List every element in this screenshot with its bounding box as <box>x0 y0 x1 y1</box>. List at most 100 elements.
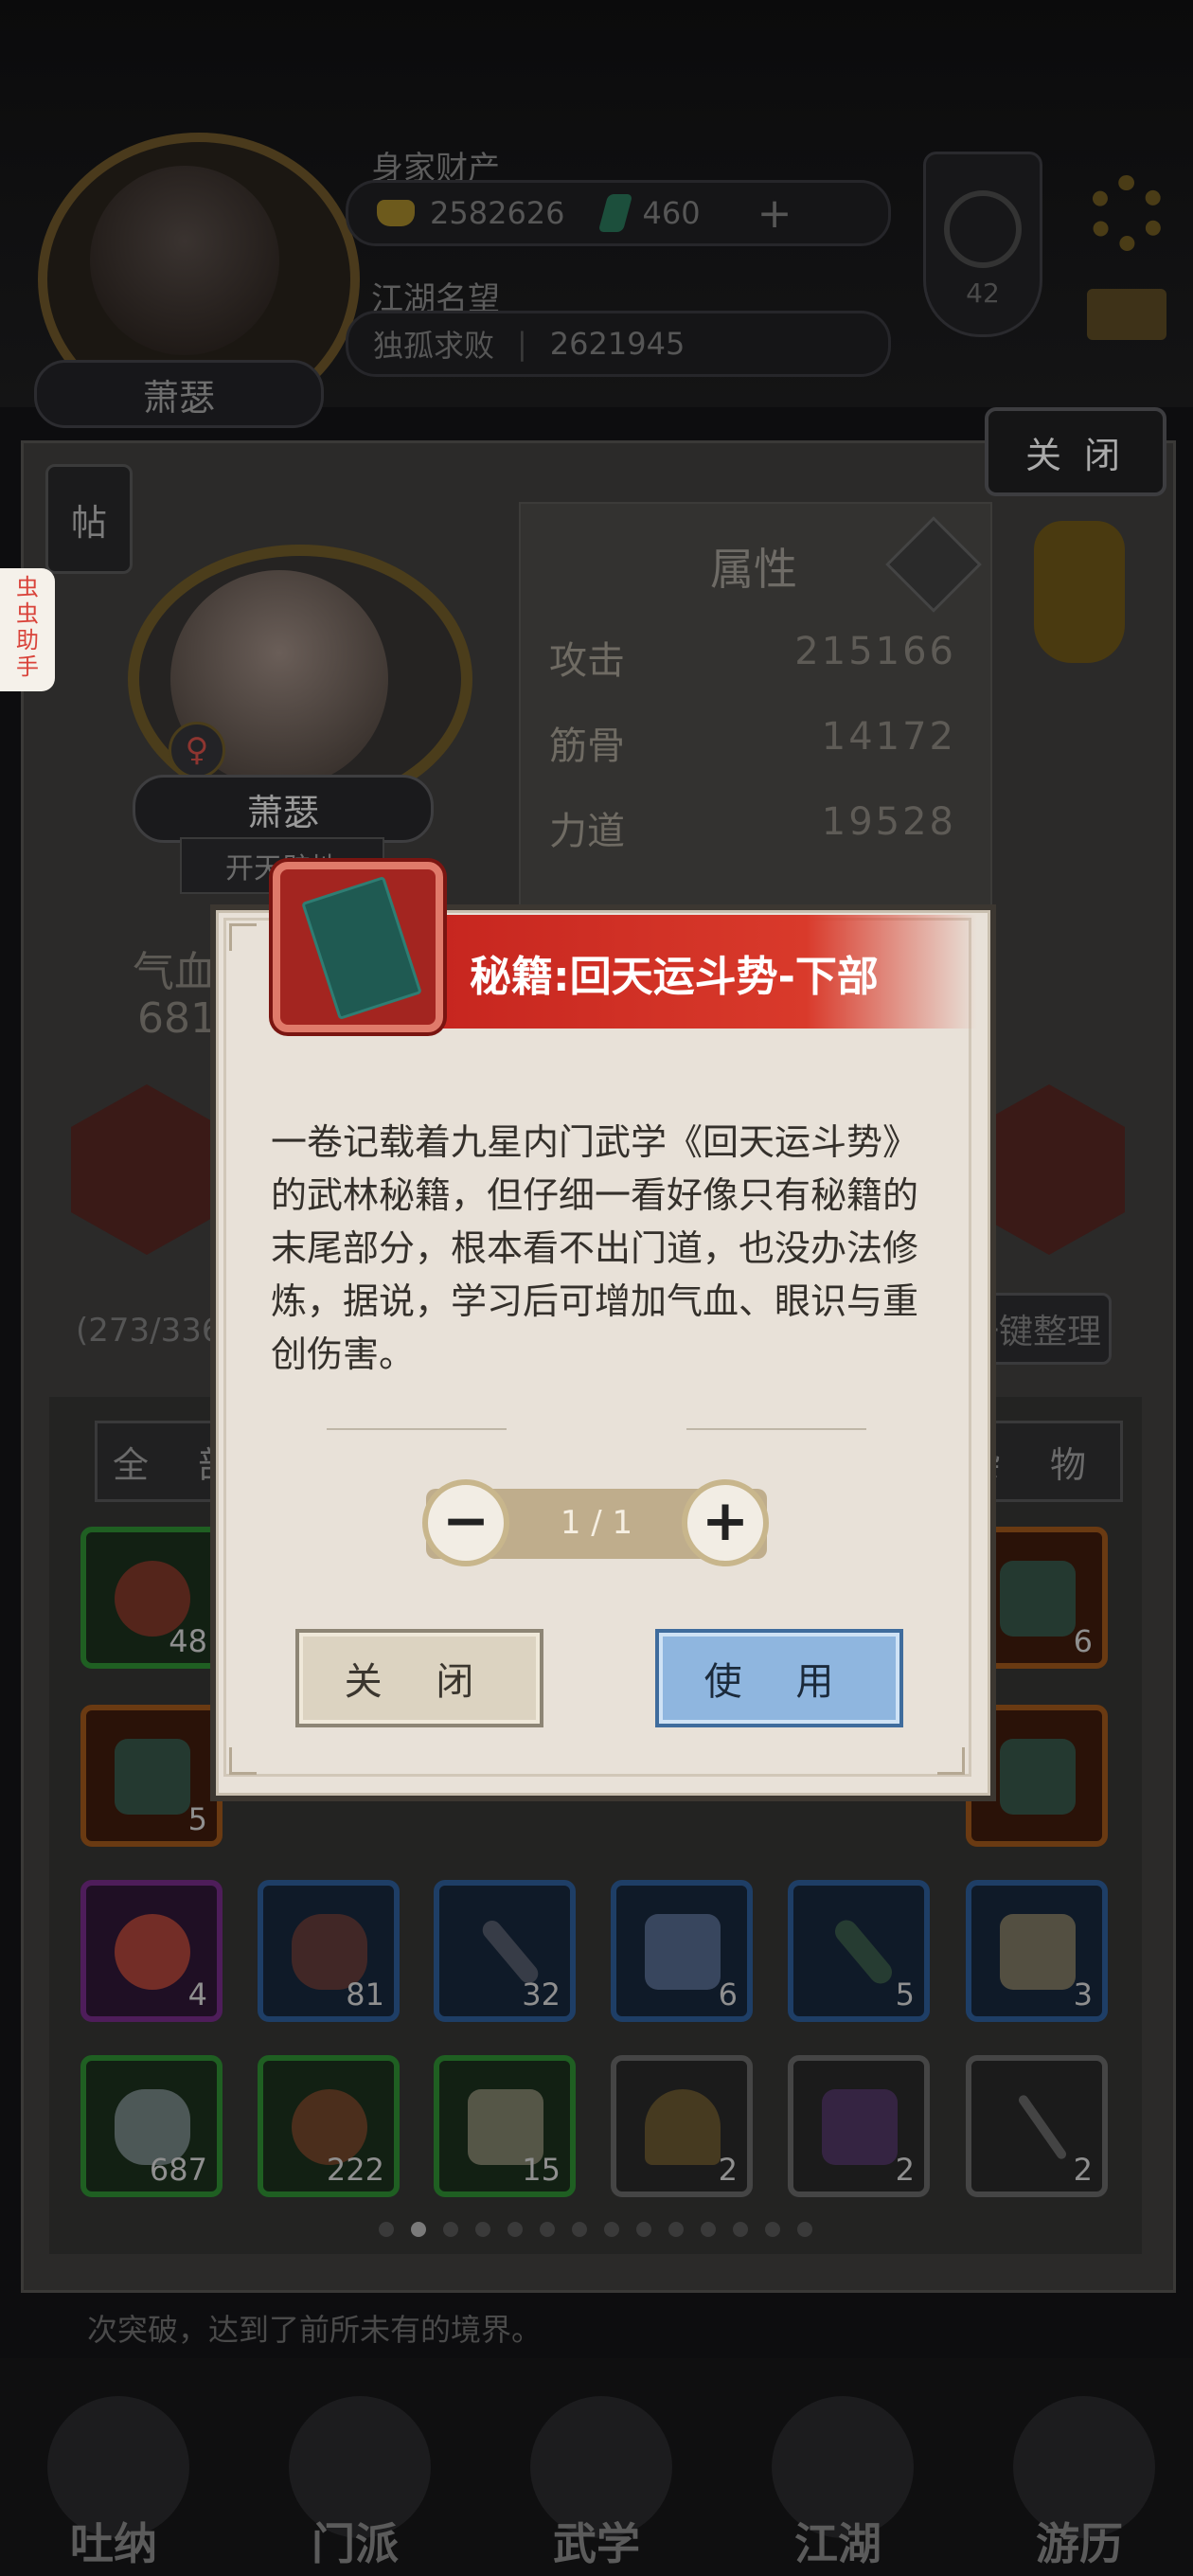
inventory-slot[interactable]: 687 <box>80 2055 223 2197</box>
page-dot[interactable] <box>475 2222 490 2237</box>
attribute-row: 力道 19528 <box>549 800 956 855</box>
attribute-row: 筋骨 14172 <box>549 715 956 770</box>
nav-label: 江湖 <box>794 2518 881 2569</box>
attribute-value: 19528 <box>821 800 956 844</box>
page-dot[interactable] <box>636 2222 651 2237</box>
player-avatar <box>90 166 279 355</box>
page-dot[interactable] <box>379 2222 394 2237</box>
inventory-slot[interactable]: 222 <box>258 2055 400 2197</box>
attribute-value: 14172 <box>821 715 956 759</box>
inventory-slot[interactable]: 2 <box>966 2055 1108 2197</box>
page-dot[interactable] <box>572 2222 587 2237</box>
inventory-slot[interactable]: 81 <box>258 1880 400 2022</box>
page-dot[interactable] <box>701 2222 716 2237</box>
item-count: 5 <box>187 1801 207 1837</box>
item-count: 32 <box>522 1977 561 2012</box>
page-indicator[interactable] <box>379 2222 812 2237</box>
item-flag-icon <box>822 2089 898 2165</box>
item-count: 6 <box>1073 1623 1093 1659</box>
gold-ingot-icon <box>377 200 415 226</box>
page-dot[interactable] <box>733 2222 748 2237</box>
page-dot[interactable] <box>443 2222 458 2237</box>
item-count: 2 <box>718 2152 738 2188</box>
item-description: 一卷记载着九星内门武学《回天运斗势》的武林秘籍，但仔细一看好像只有秘籍的末尾部分… <box>271 1121 919 1375</box>
item-count: 2 <box>895 2152 915 2188</box>
attribute-name: 力道 <box>549 810 625 853</box>
page-dot[interactable] <box>507 2222 523 2237</box>
inventory-slot[interactable]: 6 <box>611 1880 753 2022</box>
item-count: 4 <box>187 1977 207 2012</box>
minus-button[interactable]: − <box>422 1479 509 1566</box>
inventory-slot[interactable]: 3 <box>966 1880 1108 2022</box>
page-dot[interactable] <box>411 2222 426 2237</box>
jade-icon <box>597 194 632 232</box>
page-dot[interactable] <box>797 2222 812 2237</box>
corner-ornament <box>229 923 257 951</box>
inventory-slot[interactable]: 48 <box>80 1527 223 1669</box>
qixue-value: 681 <box>137 994 217 1043</box>
gold-amount: 2582626 <box>430 195 565 231</box>
item-count: 15 <box>522 2152 561 2188</box>
inventory-slot[interactable]: 2 <box>788 2055 930 2197</box>
item-needles-icon <box>1016 2093 1069 2161</box>
inventory-slot[interactable]: 5 <box>80 1705 223 1847</box>
item-book-icon <box>1000 1739 1076 1815</box>
nav-label: 门派 <box>312 2518 399 2569</box>
level-value: 42 <box>966 277 1000 309</box>
wealth-bar: 2582626 460 + <box>346 180 891 246</box>
item-orb-icon <box>115 1914 190 1990</box>
nav-label: 武学 <box>553 2518 640 2569</box>
add-currency-icon[interactable]: + <box>757 189 792 238</box>
attribute-value: 215166 <box>794 630 956 673</box>
item-count: 2 <box>1073 2152 1093 2188</box>
nav-label: 游历 <box>1036 2518 1123 2569</box>
nav-sect[interactable]: 门派 <box>260 2377 450 2569</box>
attribute-name: 筋骨 <box>549 724 625 768</box>
assistant-side-tab[interactable]: 虫 虫 助 手 <box>0 568 55 691</box>
inventory-slot[interactable]: 15 <box>434 2055 576 2197</box>
mail-icon[interactable] <box>1087 289 1166 340</box>
pendant-charm-icon[interactable] <box>1034 521 1125 663</box>
assistant-side-tab-label: 虫 虫 助 手 <box>16 574 39 680</box>
panel-close-button[interactable]: 关 闭 <box>985 407 1166 496</box>
fame-title: 独孤求败 <box>373 328 495 364</box>
qixue-label: 气血 <box>133 948 216 996</box>
fame-bar: 独孤求败 | 2621945 <box>346 311 891 377</box>
page-dot[interactable] <box>668 2222 684 2237</box>
corner-ornament <box>937 1747 965 1775</box>
settings-gear-icon[interactable] <box>1089 175 1165 251</box>
use-button[interactable]: 使 用 <box>655 1629 903 1727</box>
fame-divider: | <box>517 326 527 362</box>
inventory-slot[interactable]: 32 <box>434 1880 576 2022</box>
nav-travel[interactable]: 游历 <box>985 2377 1174 2569</box>
item-count: 687 <box>149 2152 207 2188</box>
ornament-divider <box>686 1428 866 1430</box>
corner-ornament <box>229 1747 257 1775</box>
nav-martial-arts[interactable]: 武学 <box>502 2377 691 2569</box>
character-name: 萧瑟 <box>133 775 434 843</box>
taiji-level-badge[interactable]: 42 <box>923 152 1042 337</box>
invitation-tie-icon[interactable]: 帖 <box>45 464 133 574</box>
fame-value: 2621945 <box>549 326 686 362</box>
page-dot[interactable] <box>540 2222 555 2237</box>
item-book-icon <box>115 1739 190 1815</box>
female-gender-icon: ♀ <box>169 722 225 778</box>
item-scroll-icon <box>645 1914 721 1990</box>
inventory-slot[interactable]: 2 <box>611 2055 753 2197</box>
bag-capacity: (273/336 <box>76 1312 223 1350</box>
nav-jianghu[interactable]: 江湖 <box>743 2377 933 2569</box>
item-count: 222 <box>326 2152 384 2188</box>
item-paper-scroll-icon <box>1000 1914 1076 1990</box>
inventory-slot[interactable]: 4 <box>80 1880 223 2022</box>
dialog-close-button[interactable]: 关 闭 <box>295 1629 543 1727</box>
attribute-name: 攻击 <box>549 639 625 683</box>
item-count: 48 <box>169 1623 207 1659</box>
jade-amount: 460 <box>642 195 701 231</box>
item-count: 81 <box>346 1977 384 2012</box>
page-dot[interactable] <box>765 2222 780 2237</box>
nav-breathing[interactable]: 吐纳 <box>19 2377 208 2569</box>
inventory-slot[interactable]: 5 <box>788 1880 930 2022</box>
page-dot[interactable] <box>604 2222 619 2237</box>
plus-button[interactable]: + <box>682 1479 769 1566</box>
taiji-icon <box>944 190 1022 268</box>
